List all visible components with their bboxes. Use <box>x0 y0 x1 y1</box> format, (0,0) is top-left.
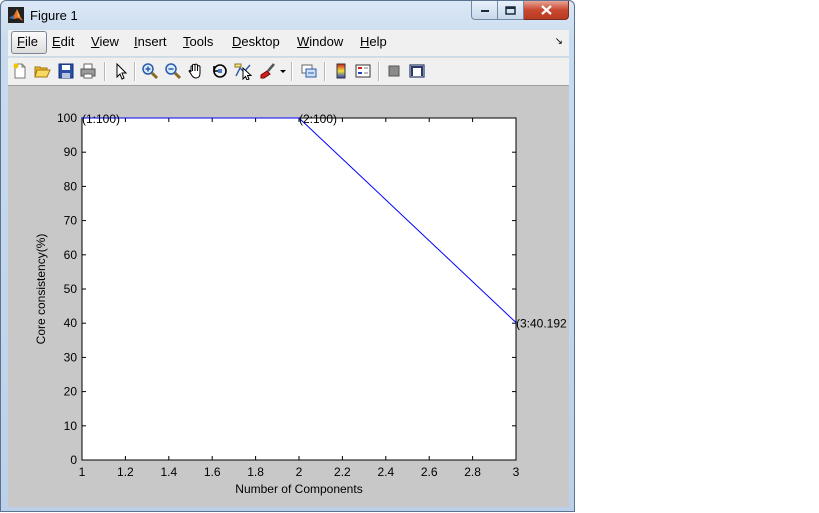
x-tick-label: 1.8 <box>247 465 264 479</box>
edit-plot-icon[interactable] <box>112 62 130 80</box>
data-cursor-icon[interactable] <box>234 62 252 80</box>
data-label: (2:100) <box>299 112 337 126</box>
brush-dropdown-icon[interactable] <box>279 62 287 80</box>
zoom-out-icon[interactable] <box>164 62 182 80</box>
new-figure-icon[interactable] <box>11 62 29 80</box>
y-tick-label: 60 <box>64 248 78 262</box>
y-tick-label: 80 <box>64 179 78 193</box>
minimize-icon <box>480 10 489 12</box>
x-tick-label: 2.6 <box>421 465 438 479</box>
y-tick-label: 0 <box>70 453 77 467</box>
insert-colorbar-icon[interactable] <box>332 62 350 80</box>
toolbar-separator <box>104 62 106 81</box>
menu-desktop[interactable]: Desktop <box>232 34 280 50</box>
figure-canvas[interactable]: 1 1.2 1.4 1.6 1.8 2 2.2 2.4 2.6 2.8 3 0 10 20 30 40 50 60… <box>8 86 569 507</box>
toolbar-separator <box>324 62 326 81</box>
close-button[interactable] <box>524 1 569 20</box>
print-figure-icon[interactable] <box>79 62 97 80</box>
save-figure-icon[interactable] <box>57 62 75 80</box>
menu-window[interactable]: Window <box>297 34 343 50</box>
menu-insert[interactable]: Insert <box>134 34 167 50</box>
window-title: Figure 1 <box>30 8 78 23</box>
y-tick-label: 90 <box>64 145 78 159</box>
menu-file[interactable]: File <box>17 34 38 50</box>
x-tick-label: 1.4 <box>160 465 177 479</box>
window-controls <box>471 1 569 21</box>
pan-icon[interactable] <box>187 62 205 80</box>
menu-help[interactable]: Help <box>360 34 387 50</box>
x-tick-label: 2 <box>296 465 303 479</box>
matlab-logo-icon <box>8 7 24 23</box>
maximize-icon <box>505 5 516 15</box>
y-tick-label: 40 <box>64 316 78 330</box>
x-tick-label: 2.4 <box>377 465 394 479</box>
x-axis-label: Number of Components <box>235 482 362 496</box>
line-plot[interactable]: 1 1.2 1.4 1.6 1.8 2 2.2 2.4 2.6 2.8 30102030405060… <box>8 86 569 507</box>
insert-legend-icon[interactable] <box>354 62 372 80</box>
link-plot-icon[interactable] <box>300 62 318 80</box>
x-tick-label: 3 <box>513 465 520 479</box>
maximize-button[interactable] <box>498 1 524 20</box>
x-tick-label: 2.2 <box>334 465 351 479</box>
y-tick-label: 100 <box>57 111 77 125</box>
y-tick-label: 70 <box>64 214 78 228</box>
x-tick-label: 2.8 <box>464 465 481 479</box>
figure-toolbar <box>8 57 569 86</box>
y-tick-label: 20 <box>64 385 78 399</box>
menu-bar: File Edit View Insert Tools Desktop Wind… <box>8 30 569 56</box>
toolbar-separator <box>134 62 136 81</box>
show-plot-tools-icon[interactable] <box>408 62 426 80</box>
menu-view[interactable]: View <box>91 34 119 50</box>
toolbar-separator <box>378 62 380 81</box>
y-axis-label: Core consistency(%) <box>34 234 48 345</box>
x-tick-label: 1.2 <box>117 465 134 479</box>
open-file-icon[interactable] <box>33 62 51 80</box>
figure-window: Figure 1 File Edit View Insert Tools Des… <box>0 0 575 512</box>
close-icon <box>540 5 552 15</box>
y-tick-label: 30 <box>64 350 78 364</box>
title-bar[interactable]: Figure 1 <box>1 1 574 29</box>
toolbar-separator <box>291 62 293 81</box>
dock-figure-icon[interactable]: ↘ <box>555 36 563 47</box>
zoom-in-icon[interactable] <box>141 62 159 80</box>
hide-plot-tools-icon[interactable] <box>385 62 403 80</box>
minimize-button[interactable] <box>471 1 498 20</box>
plot-axes-area[interactable] <box>82 118 516 460</box>
rotate-3d-icon[interactable] <box>211 62 229 80</box>
brush-icon[interactable] <box>259 62 277 80</box>
x-tick-label: 1.6 <box>204 465 221 479</box>
y-tick-label: 50 <box>64 282 78 296</box>
data-label: (3:40.192 <box>516 317 567 331</box>
menu-edit[interactable]: Edit <box>52 34 74 50</box>
data-label: (1:100) <box>82 112 120 126</box>
x-tick-label: 1 <box>79 465 86 479</box>
y-tick-label: 10 <box>64 419 78 433</box>
menu-tools[interactable]: Tools <box>183 34 213 50</box>
